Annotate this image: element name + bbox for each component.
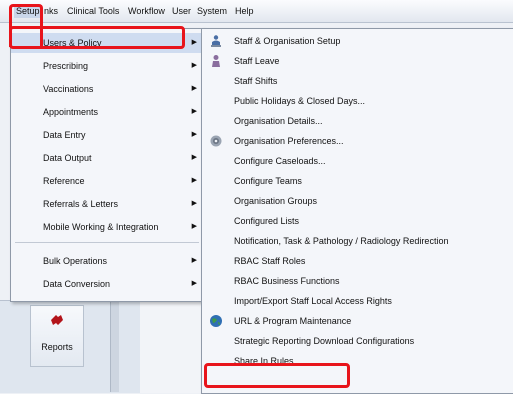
submenu-arrow-icon: ▶ — [191, 223, 197, 230]
menu-item-reference[interactable]: Reference ▶ — [11, 171, 203, 191]
gear-icon — [210, 135, 222, 147]
submenu-item-label: URL & Program Maintenance — [234, 316, 352, 326]
menu-item-label: Bulk Operations — [43, 256, 108, 266]
submenu-item-import-export-access[interactable]: Import/Export Staff Local Access Rights — [202, 291, 513, 311]
reports-icon — [51, 315, 63, 325]
highlight-users-policy — [9, 26, 185, 49]
menu-clinics-label: nks — [44, 6, 59, 16]
menu-item-vaccinations[interactable]: Vaccinations ▶ — [11, 79, 203, 99]
globe-icon — [210, 315, 222, 327]
menu-item-label: Appointments — [43, 107, 99, 117]
menu-item-data-conversion[interactable]: Data Conversion ▶ — [11, 274, 203, 294]
menu-item-data-entry[interactable]: Data Entry ▶ — [11, 125, 203, 145]
menu-item-label: Data Output — [43, 153, 92, 163]
menu-item-label: Data Conversion — [43, 279, 111, 289]
reports-button[interactable]: Reports — [30, 305, 84, 367]
menu-item-appointments[interactable]: Appointments ▶ — [11, 102, 203, 122]
submenu-item-label: Organisation Details... — [234, 116, 323, 126]
submenu-item-label: Import/Export Staff Local Access Rights — [234, 296, 392, 306]
submenu-item-label: RBAC Business Functions — [234, 276, 340, 286]
submenu-item-strategic-reporting[interactable]: Strategic Reporting Download Configurati… — [202, 331, 513, 351]
menu-item-mobile-working[interactable]: Mobile Working & Integration ▶ — [11, 217, 203, 237]
submenu-arrow-icon: ▶ — [191, 200, 197, 207]
menu-item-label: Data Entry — [43, 130, 86, 140]
menu-clinical-tools[interactable]: Clinical Tools — [67, 5, 119, 18]
menu-separator — [15, 242, 199, 243]
highlight-share-in-rules — [204, 363, 350, 388]
submenu-item-configured-lists[interactable]: Configured Lists — [202, 211, 513, 231]
submenu-item-notification-redirection[interactable]: Notification, Task & Pathology / Radiolo… — [202, 231, 513, 251]
submenu-item-configure-teams[interactable]: Configure Teams — [202, 171, 513, 191]
submenu-arrow-icon: ▶ — [191, 177, 197, 184]
menu-system[interactable]: System — [197, 5, 227, 18]
submenu-item-label: RBAC Staff Roles — [234, 256, 306, 266]
submenu-arrow-icon: ▶ — [191, 131, 197, 138]
submenu-arrow-icon: ▶ — [191, 85, 197, 92]
submenu-item-organisation-groups[interactable]: Organisation Groups — [202, 191, 513, 211]
menu-item-label: Reference — [43, 176, 85, 186]
menu-item-referrals-letters[interactable]: Referrals & Letters ▶ — [11, 194, 203, 214]
submenu-arrow-icon: ▶ — [191, 257, 197, 264]
menu-user[interactable]: User — [172, 5, 191, 18]
submenu-item-rbac-staff-roles[interactable]: RBAC Staff Roles — [202, 251, 513, 271]
submenu-item-label: Organisation Groups — [234, 196, 318, 206]
menu-item-prescribing[interactable]: Prescribing ▶ — [11, 56, 203, 76]
submenu-item-url-program-maintenance[interactable]: URL & Program Maintenance — [202, 311, 513, 331]
submenu-item-label: Notification, Task & Pathology / Radiolo… — [234, 236, 449, 246]
menu-item-label: Vaccinations — [43, 84, 94, 94]
person-icon — [212, 55, 220, 67]
panel-splitter[interactable] — [110, 300, 119, 392]
menu-item-label: Prescribing — [43, 61, 89, 71]
menu-clinics[interactable]: nks — [44, 5, 58, 18]
menu-item-bulk-operations[interactable]: Bulk Operations ▶ — [11, 251, 203, 271]
submenu-item-label: Public Holidays & Closed Days... — [234, 96, 366, 106]
submenu-item-organisation-details[interactable]: Organisation Details... — [202, 111, 513, 131]
menu-item-data-output[interactable]: Data Output ▶ — [11, 148, 203, 168]
menu-help[interactable]: Help — [235, 5, 254, 18]
reports-label: Reports — [41, 342, 73, 352]
submenu-item-label: Configure Caseloads... — [234, 156, 326, 166]
submenu-item-label: Staff Shifts — [234, 76, 278, 86]
submenu-item-label: Strategic Reporting Download Configurati… — [234, 336, 415, 346]
submenu-item-rbac-business-functions[interactable]: RBAC Business Functions — [202, 271, 513, 291]
submenu-item-staff-leave[interactable]: Staff Leave — [202, 51, 513, 71]
menu-bar: Setup nks Clinical Tools Workflow User S… — [0, 0, 513, 23]
setup-menu: Users & Policy ▶ Prescribing ▶ Vaccinati… — [10, 28, 204, 302]
submenu-item-label: Organisation Preferences... — [234, 136, 344, 146]
submenu-arrow-icon: ▶ — [191, 39, 197, 46]
submenu-arrow-icon: ▶ — [191, 62, 197, 69]
submenu-arrow-icon: ▶ — [191, 108, 197, 115]
submenu-item-label: Staff & Organisation Setup — [234, 36, 341, 46]
submenu-item-organisation-preferences[interactable]: Organisation Preferences... — [202, 131, 513, 151]
submenu-item-staff-shifts[interactable]: Staff Shifts — [202, 71, 513, 91]
submenu-item-label: Staff Leave — [234, 56, 280, 66]
submenu-arrow-icon: ▶ — [191, 154, 197, 161]
menu-item-label: Mobile Working & Integration — [43, 222, 159, 232]
menu-workflow[interactable]: Workflow — [128, 5, 165, 18]
submenu-item-staff-org-setup[interactable]: Staff & Organisation Setup — [202, 31, 513, 51]
submenu-item-configure-caseloads[interactable]: Configure Caseloads... — [202, 151, 513, 171]
submenu-item-label: Configured Lists — [234, 216, 300, 226]
submenu-arrow-icon: ▶ — [191, 280, 197, 287]
staff-org-icon — [211, 35, 221, 47]
users-policy-submenu: Staff & Organisation Setup Staff Leave S… — [201, 28, 513, 394]
submenu-item-label: Configure Teams — [234, 176, 302, 186]
menu-item-label: Referrals & Letters — [43, 199, 119, 209]
submenu-item-public-holidays[interactable]: Public Holidays & Closed Days... — [202, 91, 513, 111]
